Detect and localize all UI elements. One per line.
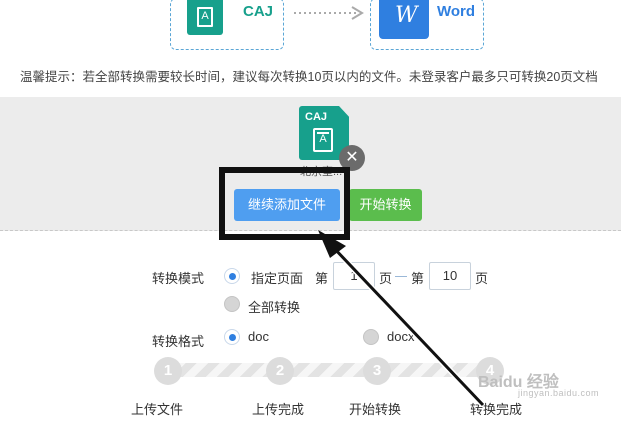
radio-doc[interactable] bbox=[224, 329, 240, 345]
annotation-highlight-box bbox=[219, 167, 350, 240]
step-3-label: 开始转换 bbox=[349, 402, 402, 417]
step-1-label: 上传文件 bbox=[131, 402, 184, 417]
doc-option-text: doc bbox=[248, 329, 269, 344]
docx-option-text: docx bbox=[387, 329, 415, 344]
target-format-box: W Word bbox=[370, 0, 484, 50]
to-unit: 页 bbox=[475, 271, 489, 286]
target-format-label: Word bbox=[437, 3, 476, 20]
step-1-dot: 1 bbox=[154, 357, 182, 385]
step-2-dot: 2 bbox=[266, 357, 294, 385]
progress-track bbox=[163, 363, 493, 377]
dotted-arrow-icon bbox=[294, 6, 364, 20]
radio-docx[interactable] bbox=[363, 329, 379, 345]
range-dash bbox=[395, 276, 407, 277]
source-format-label: CAJ bbox=[243, 3, 274, 20]
word-file-icon: W bbox=[379, 0, 429, 39]
from-prefix: 第 bbox=[315, 271, 329, 286]
to-prefix: 第 bbox=[411, 271, 425, 286]
start-conversion-button[interactable]: 开始转换 bbox=[349, 189, 422, 221]
source-format-box: A CAJ bbox=[170, 0, 284, 50]
step-2-label: 上传完成 bbox=[252, 402, 305, 417]
conversion-mode-label: 转换模式 bbox=[152, 271, 205, 286]
baidu-watermark: Baidu 经验 jingyan.baidu.com bbox=[478, 374, 600, 398]
all-pages-text: 全部转换 bbox=[248, 300, 301, 315]
radio-all-pages[interactable] bbox=[224, 296, 240, 312]
specified-pages-text: 指定页面 bbox=[251, 271, 304, 286]
conversion-format-label: 转换格式 bbox=[152, 334, 205, 349]
step-3-dot: 3 bbox=[363, 357, 391, 385]
from-page-input[interactable]: 1 bbox=[333, 262, 375, 290]
from-unit: 页 bbox=[379, 271, 393, 286]
to-page-input[interactable]: 10 bbox=[429, 262, 471, 290]
caj-file-icon: A bbox=[187, 0, 223, 35]
tip-text: 温馨提示：若全部转换需要较长时间，建议每次转换10页以内的文件。未登录客户最多只… bbox=[20, 70, 598, 84]
radio-specified-pages[interactable] bbox=[224, 268, 240, 284]
